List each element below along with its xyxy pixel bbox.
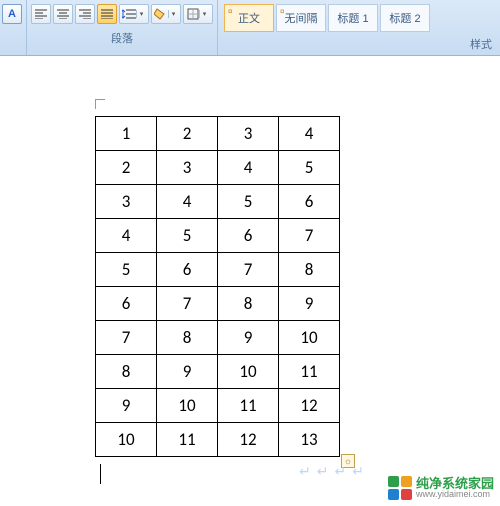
style-label: 无间隔 xyxy=(285,10,318,26)
table-cell[interactable]: 4 xyxy=(279,117,340,151)
style-label: 标题 1 xyxy=(337,10,368,26)
table-row: 10111213 xyxy=(96,423,340,457)
page-margin-corner xyxy=(95,99,105,109)
table-cell[interactable]: 11 xyxy=(279,355,340,389)
table-cell[interactable]: 9 xyxy=(157,355,218,389)
table-cell[interactable]: 8 xyxy=(279,253,340,287)
table-row: 9101112 xyxy=(96,389,340,423)
table-cell[interactable]: 6 xyxy=(96,287,157,321)
table-row: 6789 xyxy=(96,287,340,321)
table-cell[interactable]: 5 xyxy=(157,219,218,253)
table-cell[interactable]: 4 xyxy=(218,151,279,185)
table-cell[interactable]: 5 xyxy=(279,151,340,185)
table-cell[interactable]: 2 xyxy=(157,117,218,151)
table-row: 5678 xyxy=(96,253,340,287)
shading-button[interactable]: ▾ xyxy=(151,4,181,24)
line-spacing-button[interactable]: ▾ xyxy=(119,4,149,24)
document-table-wrap: 1234234534564567567867897891089101191011… xyxy=(95,116,340,457)
table-cell[interactable]: 8 xyxy=(96,355,157,389)
table-row: 2345 xyxy=(96,151,340,185)
font-group-fragment: A xyxy=(0,0,27,55)
text-cursor xyxy=(100,464,101,484)
watermark-logo-icon xyxy=(388,476,412,500)
align-justify-button[interactable] xyxy=(97,4,117,24)
ribbon: A ▾ ▾ xyxy=(0,0,500,56)
char-border-button[interactable]: A xyxy=(2,4,22,24)
align-left-button[interactable] xyxy=(31,4,51,24)
table-cell[interactable]: 11 xyxy=(218,389,279,423)
paragraph-group-label: 段落 xyxy=(31,26,213,48)
table-cell[interactable]: 1 xyxy=(96,117,157,151)
style-normal[interactable]: ¤正文 xyxy=(224,4,274,32)
table-cell[interactable]: 7 xyxy=(157,287,218,321)
paragraph-group: ▾ ▾ ▾ 段落 xyxy=(27,0,218,55)
style-heading1[interactable]: 标题 1 xyxy=(328,4,378,32)
table-cell[interactable]: 3 xyxy=(96,185,157,219)
table-cell[interactable]: 4 xyxy=(157,185,218,219)
table-cell[interactable]: 7 xyxy=(96,321,157,355)
align-right-button[interactable] xyxy=(75,4,95,24)
table-cell[interactable]: 12 xyxy=(279,389,340,423)
align-center-button[interactable] xyxy=(53,4,73,24)
borders-button[interactable]: ▾ xyxy=(183,4,213,24)
table-cell[interactable]: 3 xyxy=(157,151,218,185)
table-cell[interactable]: 5 xyxy=(96,253,157,287)
table-cell[interactable]: 10 xyxy=(96,423,157,457)
table-cell[interactable]: 6 xyxy=(279,185,340,219)
document-table[interactable]: 1234234534564567567867897891089101191011… xyxy=(95,116,340,457)
table-cell[interactable]: 6 xyxy=(157,253,218,287)
table-cell[interactable]: 12 xyxy=(218,423,279,457)
table-cell[interactable]: 10 xyxy=(218,355,279,389)
table-cell[interactable]: 7 xyxy=(218,253,279,287)
watermark: 纯净系统家园 www.yidaimei.com xyxy=(388,476,494,500)
document-area[interactable]: 1234234534564567567867897891089101191011… xyxy=(0,56,500,506)
table-cell[interactable]: 8 xyxy=(218,287,279,321)
font-group-label xyxy=(2,26,22,32)
table-cell[interactable]: 13 xyxy=(279,423,340,457)
style-heading2[interactable]: 标题 2 xyxy=(380,4,430,32)
table-cell[interactable]: 8 xyxy=(157,321,218,355)
table-cell[interactable]: 4 xyxy=(96,219,157,253)
table-cell[interactable]: 3 xyxy=(218,117,279,151)
table-cell[interactable]: 10 xyxy=(279,321,340,355)
style-no-spacing[interactable]: ¤无间隔 xyxy=(276,4,326,32)
table-cell[interactable]: 10 xyxy=(157,389,218,423)
table-cell[interactable]: 9 xyxy=(96,389,157,423)
style-gallery-row: ¤正文 ¤无间隔 标题 1 标题 2 xyxy=(224,4,498,32)
style-label: 正文 xyxy=(238,10,260,26)
table-cell[interactable]: 9 xyxy=(218,321,279,355)
table-row: 1234 xyxy=(96,117,340,151)
styles-group: ¤正文 ¤无间隔 标题 1 标题 2 样式 xyxy=(218,0,500,55)
table-cell[interactable]: 5 xyxy=(218,185,279,219)
table-row: 891011 xyxy=(96,355,340,389)
table-cell[interactable]: 11 xyxy=(157,423,218,457)
styles-group-label: 样式 xyxy=(224,32,498,54)
table-row: 78910 xyxy=(96,321,340,355)
table-cell[interactable]: 2 xyxy=(96,151,157,185)
table-cell[interactable]: 9 xyxy=(279,287,340,321)
watermark-url: www.yidaimei.com xyxy=(416,490,494,499)
table-row: 3456 xyxy=(96,185,340,219)
style-label: 标题 2 xyxy=(389,10,420,26)
table-cell[interactable]: 7 xyxy=(279,219,340,253)
table-cell[interactable]: 6 xyxy=(218,219,279,253)
paragraph-marks: ↵↵↵↵ xyxy=(299,463,370,480)
table-row: 4567 xyxy=(96,219,340,253)
